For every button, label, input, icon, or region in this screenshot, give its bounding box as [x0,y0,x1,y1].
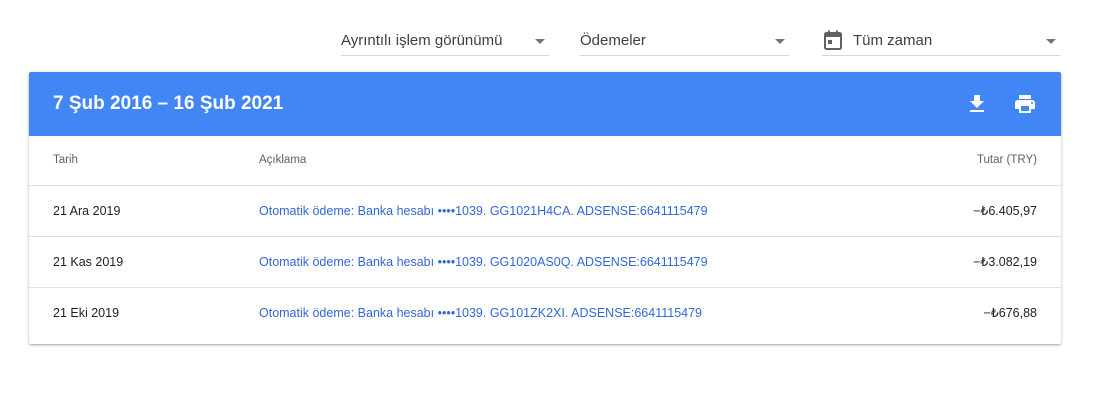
print-icon[interactable] [1013,92,1037,116]
table-row: 21 Kas 2019 Otomatik ödeme: Banka hesabı… [29,237,1061,288]
row-description-link[interactable]: Otomatik ödeme: Banka hesabı ••••1039. G… [259,288,702,338]
row-date: 21 Eki 2019 [53,306,120,320]
view-mode-dropdown[interactable]: Ayrıntılı işlem görünümü [341,26,549,56]
chevron-down-icon [775,39,785,44]
transaction-type-label: Ödemeler [580,32,646,49]
transaction-type-dropdown[interactable]: Ödemeler [580,26,789,56]
column-header-description: Açıklama [259,154,307,166]
date-range-title: 7 Şub 2016 – 16 Şub 2021 [53,93,284,114]
download-icon[interactable] [965,92,989,116]
transactions-table: Tarih Açıklama Tutar (TRY) 21 Ara 2019 O… [29,136,1061,338]
row-amount: −₺6.405,97 [973,204,1037,218]
row-amount: −₺676,88 [983,306,1038,320]
calendar-icon [824,30,842,50]
table-row: 21 Eki 2019 Otomatik ödeme: Banka hesabı… [29,288,1061,338]
row-date: 21 Ara 2019 [53,204,121,218]
date-range-dropdown[interactable]: Tüm zaman [822,26,1060,56]
filter-bar: Ayrıntılı işlem görünümü Ödemeler Tüm za… [0,26,1099,56]
row-date: 21 Kas 2019 [53,255,124,269]
table-row: 21 Ara 2019 Otomatik ödeme: Banka hesabı… [29,186,1061,237]
row-amount: −₺3.082,19 [973,255,1037,269]
view-mode-label: Ayrıntılı işlem görünümü [341,32,503,49]
column-header-amount: Tutar (TRY) [976,154,1037,166]
date-range-label: Tüm zaman [853,32,933,49]
row-description-link[interactable]: Otomatik ödeme: Banka hesabı ••••1039. G… [259,186,708,236]
row-description-link[interactable]: Otomatik ödeme: Banka hesabı ••••1039. G… [259,237,708,287]
chevron-down-icon [1046,39,1056,44]
chevron-down-icon [535,39,545,44]
column-header-date: Tarih [53,154,78,166]
transactions-card: 7 Şub 2016 – 16 Şub 2021 Tarih Açıklama … [29,72,1061,344]
card-header: 7 Şub 2016 – 16 Şub 2021 [29,72,1061,136]
table-header-row: Tarih Açıklama Tutar (TRY) [29,136,1061,186]
